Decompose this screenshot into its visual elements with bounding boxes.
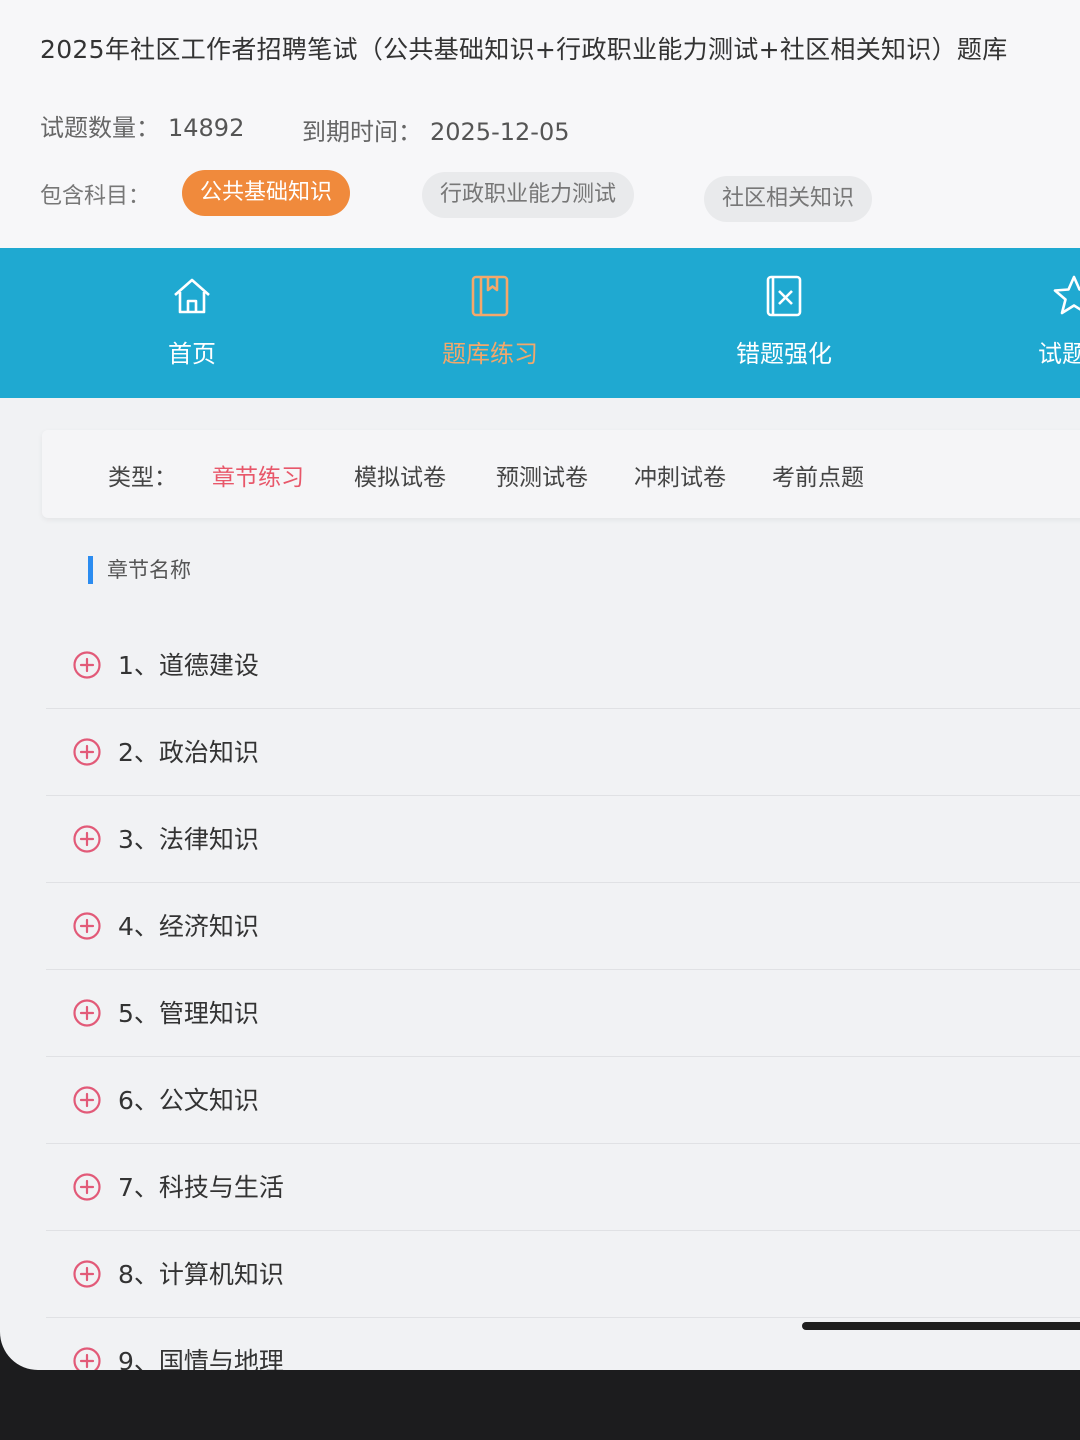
nav-item-practice-label: 题库练习 [442, 340, 538, 368]
expand-plus-icon[interactable] [72, 998, 102, 1028]
nav-item-wrong[interactable]: 错题强化 [704, 270, 864, 369]
home-icon [174, 278, 210, 314]
expand-plus-icon[interactable] [72, 824, 102, 854]
expire-date: 到期时间： 2025-12-05 [302, 112, 569, 147]
question-count-label: 试题数量： [40, 114, 160, 142]
filter-option-chapter[interactable]: 章节练习 [212, 458, 304, 492]
nav-item-practice[interactable]: 题库练习 [410, 270, 570, 369]
chapter-item-label: 7、科技与生活 [118, 1173, 284, 1202]
chapter-section-heading: 章节名称 [88, 556, 191, 584]
nav-item-wrong-label: 错题强化 [736, 340, 832, 368]
chapter-item[interactable]: 2、政治知识 [46, 709, 1080, 796]
chapter-item[interactable]: 1、道德建设 [46, 622, 1080, 709]
chapter-item-label: 6、公文知识 [118, 1086, 259, 1115]
chapter-item[interactable]: 3、法律知识 [46, 796, 1080, 883]
expand-plus-icon[interactable] [72, 1346, 102, 1370]
expire-date-label: 到期时间： [302, 118, 422, 146]
expand-plus-icon[interactable] [72, 1172, 102, 1202]
nav-item-favorites-label: 试题收 [1038, 340, 1080, 368]
filter-option-key-points[interactable]: 考前点题 [772, 458, 864, 492]
wrong-question-icon [766, 275, 802, 317]
chapter-item-label: 9、国情与地理 [118, 1347, 284, 1370]
chapter-item[interactable]: 4、经济知识 [46, 883, 1080, 970]
chapter-item[interactable]: 6、公文知识 [46, 1057, 1080, 1144]
book-icon [471, 275, 509, 317]
expand-plus-icon[interactable] [72, 737, 102, 767]
subject-chip-community[interactable]: 社区相关知识 [704, 176, 873, 222]
question-bank-header: 2025年社区工作者招聘笔试（公共基础知识+行政职业能力测试+社区相关知识）题库… [0, 0, 1080, 248]
filter-option-predict[interactable]: 预测试卷 [496, 458, 588, 492]
chapter-item-label: 1、道德建设 [118, 651, 259, 680]
expire-date-value: 2025-12-05 [430, 118, 570, 146]
type-filter-bar: 类型： 章节练习 模拟试卷 预测试卷 冲刺试卷 考前点题 [42, 430, 1080, 518]
chapter-item-label: 2、政治知识 [118, 738, 259, 767]
app-screen: 2025年社区工作者招聘笔试（公共基础知识+行政职业能力测试+社区相关知识）题库… [0, 0, 1080, 1370]
chapter-item[interactable]: 5、管理知识 [46, 970, 1080, 1057]
chapter-item-label: 4、经济知识 [118, 912, 259, 941]
star-icon [1053, 275, 1080, 315]
expand-plus-icon[interactable] [72, 650, 102, 680]
subject-chip-admin[interactable]: 行政职业能力测试 [422, 172, 635, 218]
question-count-value: 14892 [168, 114, 245, 142]
chapter-item-label: 3、法律知识 [118, 825, 259, 854]
expand-plus-icon[interactable] [72, 1085, 102, 1115]
question-count: 试题数量： 14892 [40, 108, 244, 143]
nav-item-favorites[interactable]: 试题收 [994, 270, 1080, 369]
main-nav-bar: 首页 题库练习 错题强化 试题 [0, 248, 1080, 398]
page-title: 2025年社区工作者招聘笔试（公共基础知识+行政职业能力测试+社区相关知识）题库 [40, 35, 1008, 64]
home-indicator [802, 1322, 1080, 1330]
expand-plus-icon[interactable] [72, 1259, 102, 1289]
filter-option-mock[interactable]: 模拟试卷 [354, 458, 446, 492]
nav-item-home[interactable]: 首页 [112, 270, 272, 369]
chapter-item[interactable]: 7、科技与生活 [46, 1144, 1080, 1231]
nav-item-home-label: 首页 [168, 340, 216, 368]
chapter-item[interactable]: 8、计算机知识 [46, 1231, 1080, 1318]
subject-chip-public[interactable]: 公共基础知识 [182, 170, 351, 216]
chapter-item-label: 8、计算机知识 [118, 1260, 284, 1289]
chapter-item-label: 5、管理知识 [118, 999, 259, 1028]
subjects-label: 包含科目： [40, 184, 151, 209]
type-filter-label: 类型： [108, 465, 177, 491]
filter-option-sprint[interactable]: 冲刺试卷 [634, 458, 726, 492]
expand-plus-icon[interactable] [72, 911, 102, 941]
